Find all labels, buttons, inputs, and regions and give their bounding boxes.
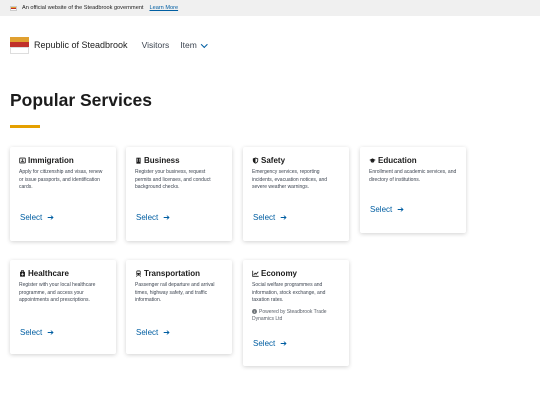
service-card-immigration: Immigration Apply for citizenship and vi… [10, 147, 116, 241]
arrow-right-icon: ➔ [163, 213, 170, 222]
card-title: Education [378, 156, 417, 165]
chevron-down-icon [200, 40, 208, 48]
select-business-button[interactable]: Select ➔ [136, 213, 170, 222]
select-label: Select [136, 213, 159, 222]
arrow-right-icon: ➔ [280, 339, 287, 348]
card-title: Immigration [28, 156, 74, 165]
select-label: Select [20, 213, 43, 222]
select-label: Select [20, 328, 43, 337]
card-description: Register with your local healthcare prog… [19, 282, 96, 303]
arrow-right-icon: ➔ [47, 328, 54, 337]
select-label: Select [136, 328, 159, 337]
flag-logo-icon[interactable] [10, 36, 29, 54]
nav-visitors-label: Visitors [141, 40, 170, 50]
service-card-healthcare: Healthcare Register with your local heal… [10, 260, 116, 354]
shield-icon [252, 157, 259, 164]
government-banner: An official website of the Steadbrook go… [0, 0, 540, 16]
card-description: Register your business, request permits … [135, 169, 211, 190]
train-icon [136, 270, 141, 277]
card-description: Enrollment and academic services, and di… [369, 169, 457, 183]
powered-by-note: i Powered by Steadbrook Trade Dynamics Lt… [252, 309, 340, 324]
learn-more-link[interactable]: Learn More [149, 5, 178, 11]
nav-visitors[interactable]: Visitors [142, 40, 170, 50]
banner-text: An official website of the Steadbrook go… [22, 5, 144, 11]
id-card-icon [19, 157, 26, 164]
arrow-right-icon: ➔ [47, 213, 54, 222]
powered-by-text: Powered by Steadbrook Trade Dynamics Ltd [252, 308, 327, 323]
select-label: Select [253, 213, 276, 222]
card-title: Healthcare [28, 269, 69, 278]
select-healthcare-button[interactable]: Select ➔ [20, 328, 54, 337]
service-card-transportation: Transportation Passenger rail departure … [126, 260, 232, 354]
site-name[interactable]: Republic of Steadbrook [34, 40, 128, 50]
service-card-economy: Economy Social welfare programmes and in… [243, 260, 349, 366]
page-title: Popular Services [10, 90, 153, 110]
card-title: Safety [261, 156, 286, 165]
select-safety-button[interactable]: Select ➔ [253, 213, 287, 222]
service-card-education: Education Enrollment and academic servic… [360, 147, 466, 233]
card-title: Business [144, 156, 180, 165]
card-description: Social welfare programmes and informatio… [252, 282, 326, 303]
select-immigration-button[interactable]: Select ➔ [20, 213, 54, 222]
graduation-cap-icon [369, 158, 376, 163]
info-icon: i [252, 309, 257, 314]
medical-kit-icon [20, 270, 25, 277]
nav-item-label: Item [180, 40, 197, 50]
select-label: Select [253, 339, 276, 348]
line-chart-icon [252, 270, 259, 277]
service-card-business: Business Register your business, request… [126, 147, 232, 241]
select-label: Select [370, 205, 393, 214]
building-icon [136, 157, 141, 164]
flag-icon [10, 5, 17, 11]
arrow-right-icon: ➔ [397, 205, 404, 214]
title-accent-bar [10, 125, 40, 128]
nav-item-dropdown[interactable]: Item [180, 40, 208, 50]
card-description: Emergency services, reporting incidents,… [252, 169, 328, 190]
card-title: Transportation [144, 269, 201, 278]
arrow-right-icon: ➔ [280, 213, 287, 222]
site-header: Republic of Steadbrook Visitors Item [10, 34, 217, 56]
service-card-safety: Safety Emergency services, reporting inc… [243, 147, 349, 241]
card-description: Apply for citizenship and visas, renew o… [19, 169, 103, 190]
arrow-right-icon: ➔ [163, 328, 170, 337]
select-transportation-button[interactable]: Select ➔ [136, 328, 170, 337]
card-description: Passenger rail departure and arrival tim… [135, 282, 215, 303]
select-education-button[interactable]: Select ➔ [370, 205, 404, 214]
card-title: Economy [261, 269, 298, 278]
select-economy-button[interactable]: Select ➔ [253, 339, 287, 348]
